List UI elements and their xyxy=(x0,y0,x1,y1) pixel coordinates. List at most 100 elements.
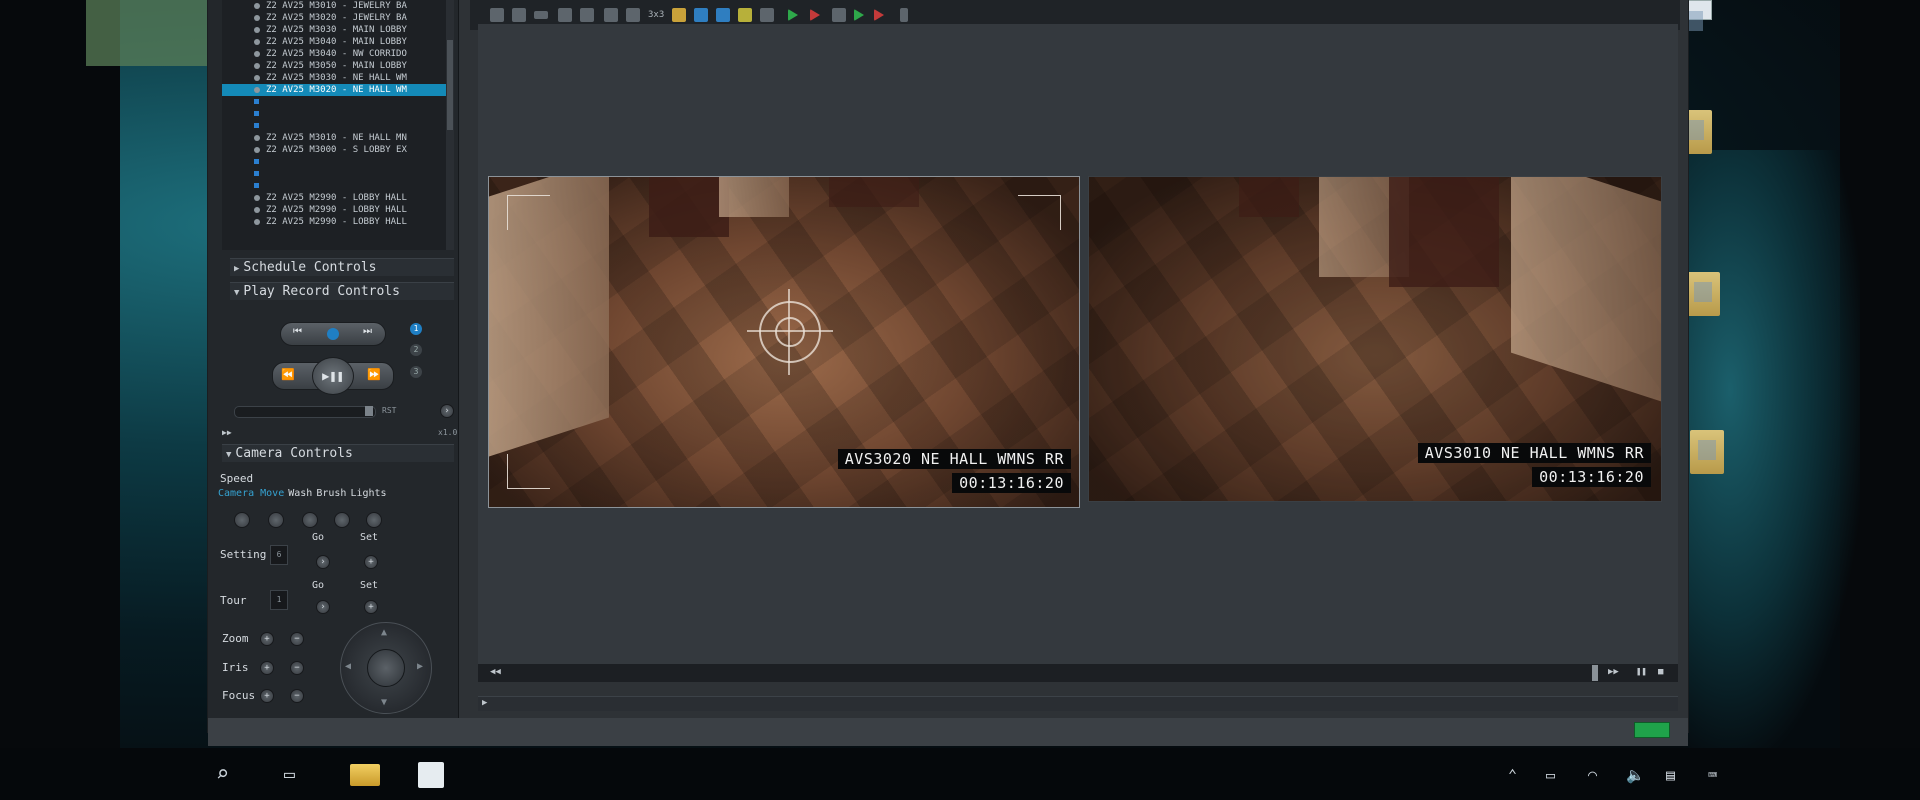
microphone-icon[interactable] xyxy=(900,8,908,22)
store-icon[interactable] xyxy=(418,762,444,788)
arrow-up-icon[interactable]: ▲ xyxy=(381,627,387,638)
camera-tree-item[interactable]: Z2 AV25 M2990 - LOBBY HALL xyxy=(222,204,454,216)
camera-tree-item[interactable] xyxy=(222,156,454,168)
zoom-in-button[interactable]: + xyxy=(260,632,274,646)
arrow-right-icon[interactable]: ▶ xyxy=(417,661,423,672)
layout-multi-icon[interactable] xyxy=(580,8,594,22)
camera-tab[interactable]: Wash xyxy=(288,488,312,499)
flag-red-icon[interactable] xyxy=(810,9,820,21)
zoom-out-button[interactable]: − xyxy=(290,632,304,646)
section-schedule-controls[interactable]: ▶ Schedule Controls xyxy=(230,258,454,276)
section-play-record-controls[interactable]: ▼ Play Record Controls xyxy=(230,282,454,300)
tree-scrollbar[interactable] xyxy=(446,0,454,250)
camera-tree-item[interactable]: Z2 AV25 M3050 - MAIN LOBBY xyxy=(222,60,454,72)
printer-icon[interactable] xyxy=(626,8,640,22)
layout-single-icon[interactable] xyxy=(534,11,548,19)
camera-tree-item[interactable] xyxy=(222,120,454,132)
camera-tree-item[interactable]: Z2 AV25 M3020 - NE HALL WM xyxy=(222,84,454,96)
camera-tree-item[interactable] xyxy=(222,108,454,120)
arrow-left-icon[interactable]: ◀ xyxy=(345,661,351,672)
notification-icon[interactable]: ▤ xyxy=(1666,766,1675,784)
export-icon[interactable] xyxy=(716,8,730,22)
arrow-down-icon[interactable]: ▼ xyxy=(381,697,387,708)
timeline-forward-icon[interactable]: ▶▶ xyxy=(1608,667,1619,677)
playback-slider[interactable] xyxy=(234,406,376,418)
volume-icon[interactable]: 🔈 xyxy=(1626,766,1645,784)
battery-icon[interactable]: ▭ xyxy=(1546,766,1555,784)
camera-action-3[interactable] xyxy=(302,512,318,528)
map-icon[interactable] xyxy=(694,8,708,22)
timeline-stop-icon[interactable]: ■ xyxy=(1658,667,1663,677)
camera-tree-item[interactable] xyxy=(222,180,454,192)
chevron-up-icon[interactable]: ⌃ xyxy=(1508,766,1517,784)
tour-set-button[interactable]: + xyxy=(364,600,378,614)
camera-tree-item[interactable]: Z2 AV25 M3040 - MAIN LOBBY xyxy=(222,36,454,48)
iris-open-button[interactable]: + xyxy=(260,661,274,675)
camera-action-2[interactable] xyxy=(268,512,284,528)
wifi-icon[interactable]: ◠ xyxy=(1588,766,1597,784)
flag-green-icon[interactable] xyxy=(788,9,798,21)
preset-1[interactable]: 1 xyxy=(410,323,422,335)
timeline-rewind-icon[interactable]: ◀◀ xyxy=(490,667,501,677)
camera-tree-item[interactable]: Z2 AV25 M3010 - JEWELRY BA xyxy=(222,0,454,12)
step-forward-icon[interactable]: ⏭ xyxy=(363,326,372,337)
setting-go-button[interactable]: › xyxy=(316,555,330,569)
ptz-icon[interactable] xyxy=(490,8,504,22)
section-camera-controls[interactable]: ▼ Camera Controls xyxy=(222,444,454,462)
timeline-bar[interactable]: ◀◀ ▶▶ ❚❚ ■ xyxy=(478,664,1678,682)
camera-tab[interactable]: Lights xyxy=(350,488,386,499)
camera-tree-item[interactable] xyxy=(222,168,454,180)
setting-stepper[interactable]: 6 xyxy=(270,545,288,565)
scroll-right-icon[interactable]: ▶ xyxy=(482,698,487,708)
task-view-icon[interactable]: ▭ xyxy=(284,762,295,788)
flag-list-icon[interactable] xyxy=(832,8,846,22)
camera-tree-item[interactable]: Z2 AV25 M3040 - NW CORRIDO xyxy=(222,48,454,60)
horizontal-scrollbar[interactable]: ▶ xyxy=(478,696,1678,711)
expand-button[interactable]: › xyxy=(440,404,454,418)
tree-scrollbar-thumb[interactable] xyxy=(447,40,453,130)
record-indicator[interactable] xyxy=(327,328,339,340)
camera-tab[interactable]: Brush xyxy=(316,488,346,499)
focus-far-button[interactable]: − xyxy=(290,689,304,703)
playback-slider-handle[interactable] xyxy=(365,406,373,416)
joystick-knob[interactable] xyxy=(367,649,405,687)
camera-tree-item[interactable]: Z2 AV25 M3030 - NE HALL WM xyxy=(222,72,454,84)
camera-tree-item[interactable]: Z2 AV25 M3030 - MAIN LOBBY xyxy=(222,24,454,36)
timeline-pause-icon[interactable]: ❚❚ xyxy=(1636,667,1647,677)
camera-tree-item[interactable]: Z2 AV25 M2990 - LOBBY HALL xyxy=(222,192,454,204)
lock-icon[interactable] xyxy=(672,8,686,22)
camera-tree-item[interactable]: Z2 AV25 M3010 - NE HALL MN xyxy=(222,132,454,144)
tour-go-button[interactable]: › xyxy=(316,600,330,614)
camera-action-4[interactable] xyxy=(334,512,350,528)
camera-action-1[interactable] xyxy=(234,512,250,528)
camera-action-5[interactable] xyxy=(366,512,382,528)
slow-icon[interactable]: ▶▶ xyxy=(222,428,232,437)
camera-tree-item[interactable]: Z2 AV25 M3000 - S LOBBY EX xyxy=(222,144,454,156)
preset-3[interactable]: 3 xyxy=(410,366,422,378)
tour-stepper[interactable]: 1 xyxy=(270,590,288,610)
desktop-folder-icon[interactable] xyxy=(1686,272,1720,316)
camera-tree-item[interactable] xyxy=(222,96,454,108)
camera-tree-item[interactable]: Z2 AV25 M3020 - JEWELRY BA xyxy=(222,12,454,24)
video-tile-2[interactable]: AVS3010 NE HALL WMNS RR 00:13:16:20 xyxy=(1088,176,1662,502)
fast-forward-icon[interactable]: ⏩ xyxy=(367,368,381,381)
timeline-thumb[interactable] xyxy=(1592,665,1598,681)
preset-2[interactable]: 2 xyxy=(410,344,422,356)
settings-icon[interactable] xyxy=(760,8,774,22)
setting-set-button[interactable]: + xyxy=(364,555,378,569)
focus-near-button[interactable]: + xyxy=(260,689,274,703)
keyboard-icon[interactable]: ⌨ xyxy=(1708,766,1717,784)
rewind-icon[interactable]: ⏪ xyxy=(281,368,295,381)
layout-selector[interactable]: 3x3 xyxy=(648,10,664,20)
video-tile-1[interactable]: AVS3020 NE HALL WMNS RR 00:13:16:20 xyxy=(488,176,1080,508)
flag-next-icon[interactable] xyxy=(854,9,864,21)
camera-tree-item[interactable]: Z2 AV25 M2990 - LOBBY HALL xyxy=(222,216,454,228)
layout-quad-icon[interactable] xyxy=(558,8,572,22)
step-back-icon[interactable]: ⏮ xyxy=(293,326,302,337)
play-pause-button[interactable]: ▶❚❚ xyxy=(312,357,354,395)
file-explorer-icon[interactable] xyxy=(350,764,380,786)
desktop-folder-icon[interactable] xyxy=(1690,430,1724,474)
flag-prev-icon[interactable] xyxy=(874,9,884,21)
snapshot-icon[interactable] xyxy=(512,8,526,22)
camera-tab[interactable]: Camera Move xyxy=(218,488,284,499)
